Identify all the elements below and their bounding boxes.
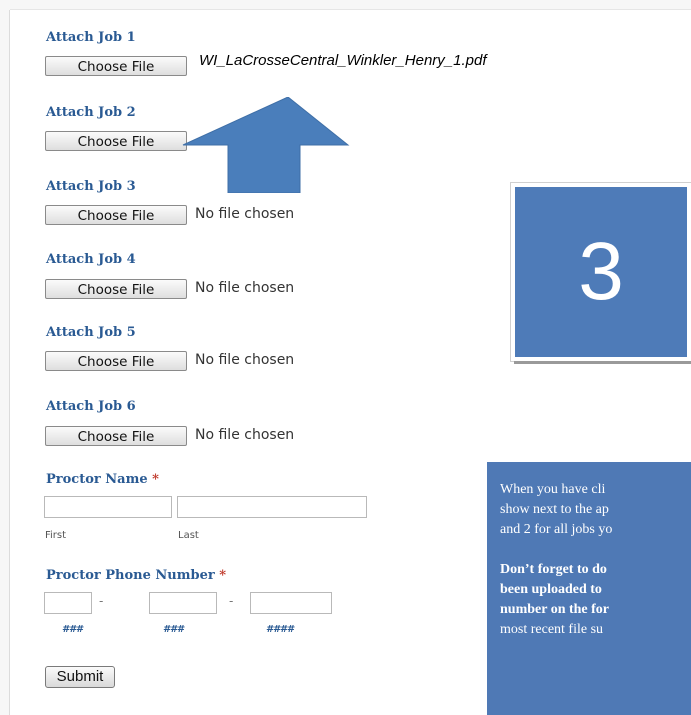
- attach-job-3-status: No file chosen: [195, 206, 295, 222]
- attach-job-6-label: Attach Job 6: [46, 399, 136, 414]
- phone-prefix-hint: ###: [163, 624, 184, 635]
- instruction-text: When you have cli show next to the ap an…: [500, 480, 691, 540]
- attach-job-4-choose-file-button[interactable]: Choose File: [45, 279, 187, 299]
- attach-job-1-filename: WI_LaCrosseCentral_Winkler_Henry_1.pdf: [199, 52, 487, 69]
- proctor-first-name-input[interactable]: [44, 496, 172, 518]
- attach-job-5-choose-file-button[interactable]: Choose File: [45, 351, 187, 371]
- attach-job-6-choose-file-button[interactable]: Choose File: [45, 426, 187, 446]
- instruction-callout: When you have cli show next to the ap an…: [487, 462, 691, 715]
- warning-line-1: Don’t forget to do: [500, 562, 607, 577]
- attach-job-2-label: Attach Job 2: [46, 105, 136, 120]
- phone-line-number-hint: ####: [266, 624, 294, 635]
- required-marker: *: [219, 568, 227, 583]
- attach-job-3-label: Attach Job 3: [46, 179, 136, 194]
- phone-area-code-hint: ###: [62, 624, 83, 635]
- step-number-box: 3: [511, 183, 691, 361]
- instruction-line-1: When you have cli: [500, 482, 606, 497]
- left-arrow-icon: [182, 97, 350, 193]
- required-marker: *: [152, 472, 159, 487]
- instruction-warning: Don’t forget to do been uploaded to numb…: [500, 560, 691, 640]
- attach-job-4-status: No file chosen: [195, 280, 295, 296]
- instruction-line-3: and 2 for all jobs yo: [500, 522, 613, 537]
- proctor-phone-label-text: Proctor Phone Number: [46, 568, 215, 583]
- attach-job-3-choose-file-button[interactable]: Choose File: [45, 205, 187, 225]
- proctor-last-name-input[interactable]: [177, 496, 367, 518]
- phone-separator: -: [99, 594, 104, 608]
- warning-line-2: been uploaded to: [500, 582, 602, 597]
- attach-job-4-label: Attach Job 4: [46, 252, 136, 267]
- warning-line-3: number on the for: [500, 602, 610, 617]
- warning-line-4: most recent file su: [500, 622, 604, 637]
- step-number: 3: [578, 226, 624, 317]
- phone-prefix-input[interactable]: [149, 592, 217, 614]
- submit-button[interactable]: Submit: [45, 666, 115, 688]
- attach-job-1-label: Attach Job 1: [46, 30, 136, 45]
- proctor-phone-label: Proctor Phone Number *: [46, 568, 226, 583]
- phone-line-number-input[interactable]: [250, 592, 332, 614]
- proctor-name-label-text: Proctor Name: [46, 472, 148, 487]
- phone-area-code-input[interactable]: [44, 592, 92, 614]
- attach-job-2-choose-file-button[interactable]: Choose File: [45, 131, 187, 151]
- attach-job-1-choose-file-button[interactable]: Choose File: [45, 56, 187, 76]
- attach-job-6-status: No file chosen: [195, 427, 295, 443]
- attach-job-5-status: No file chosen: [195, 352, 295, 368]
- proctor-name-label: Proctor Name *: [46, 472, 159, 487]
- instruction-line-2: show next to the ap: [500, 502, 609, 517]
- last-name-sublabel: Last: [178, 530, 199, 541]
- attach-job-5-label: Attach Job 5: [46, 325, 136, 340]
- phone-separator: -: [229, 594, 234, 608]
- first-name-sublabel: First: [45, 530, 67, 541]
